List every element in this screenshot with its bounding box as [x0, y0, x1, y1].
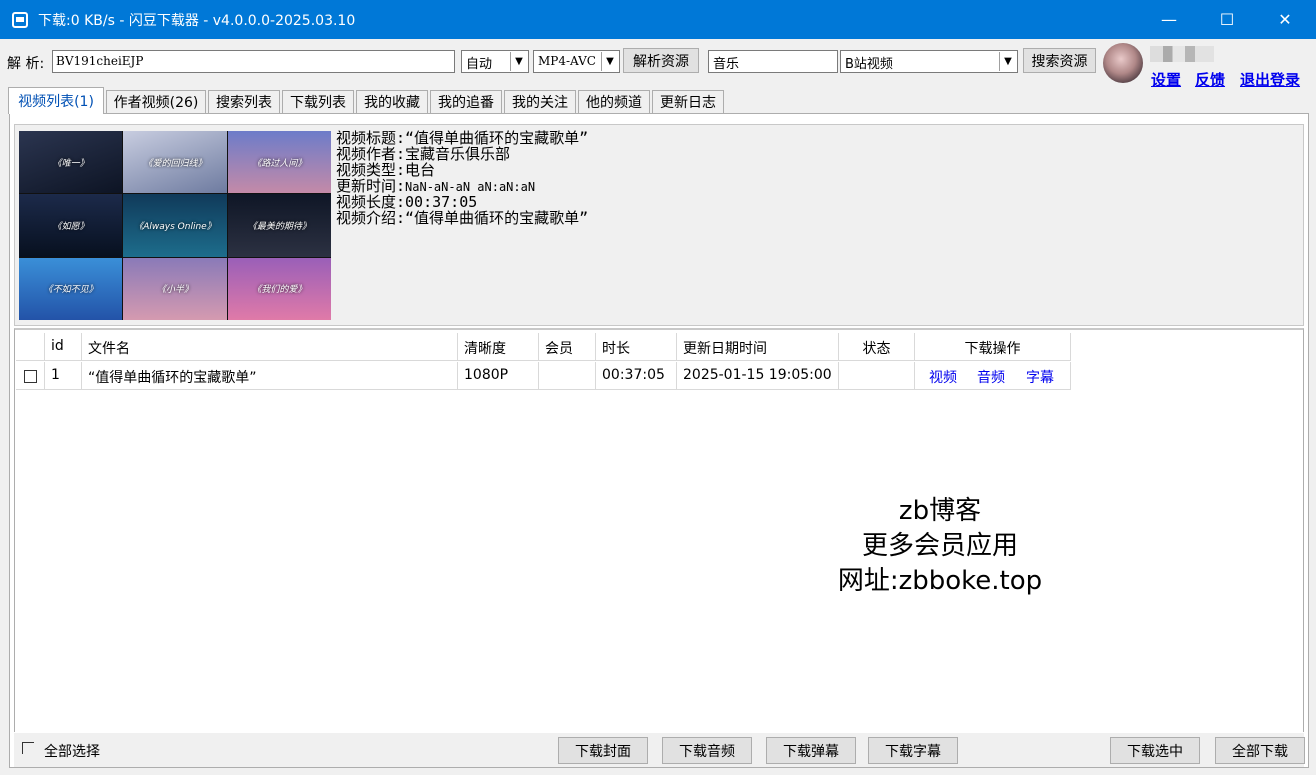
tab-his-channel[interactable]: 他的频道: [578, 90, 650, 113]
thumbnail-tile: 《Always Online》: [123, 194, 227, 257]
download-selected-button[interactable]: 下载选中: [1110, 737, 1200, 764]
download-audio-button[interactable]: 下载音频: [662, 737, 752, 764]
table-cell-filename: “值得单曲循环的宝藏歌单”: [82, 362, 458, 390]
tab-download-list[interactable]: 下载列表: [282, 90, 354, 113]
tab-my-favorites[interactable]: 我的收藏: [356, 90, 428, 113]
format-select[interactable]: MP4-AVC ▼: [533, 50, 620, 73]
video-title-line: 视频标题:“值得单曲循环的宝藏歌单”: [336, 129, 589, 147]
select-all-label[interactable]: 全部选择: [44, 741, 100, 761]
watermark-line-2: 更多会员应用: [861, 531, 1018, 561]
video-duration-line: 视频长度:00:37:05: [336, 193, 478, 211]
video-type-line: 视频类型:电台: [336, 161, 436, 179]
quality-select[interactable]: 自动 ▼: [461, 50, 529, 73]
video-author-line: 视频作者:宝藏音乐俱乐部: [336, 145, 511, 163]
thumbnail-tile: 《爱的回归线》: [123, 131, 227, 194]
thumbnail-tile: 《最美的期待》: [227, 194, 331, 257]
table-header-status: 状态: [839, 333, 915, 361]
download-all-button[interactable]: 全部下载: [1215, 737, 1305, 764]
app-icon: [12, 11, 28, 28]
table-cell-status: [839, 362, 915, 390]
table-cell-duration: 00:37:05: [596, 362, 677, 390]
table-header-vip: 会员: [539, 333, 596, 361]
watermark-line-1: zb博客: [898, 496, 982, 526]
thumbnail-tile: 《我们的爱》: [227, 257, 331, 320]
table-cell-quality: 1080P: [458, 362, 539, 390]
table-header-quality: 清晰度: [458, 333, 539, 361]
window-title: 下载:0 KB/s - 闪豆下载器 - v4.0.0.0-2025.03.10: [38, 12, 356, 29]
download-video-link[interactable]: 视频: [929, 367, 957, 387]
feedback-link[interactable]: 反馈: [1195, 69, 1225, 90]
video-thumbnail: 《唯一》 《爱的回归线》 《路过人间》 《如愿》 《Always Online》…: [19, 131, 331, 320]
avatar[interactable]: [1103, 43, 1143, 83]
thumbnail-tile: 《如愿》: [19, 194, 123, 257]
source-select[interactable]: B站视频 ▼: [840, 50, 1018, 73]
table-header-checkbox: [16, 333, 45, 361]
table-header-id: id: [45, 333, 82, 361]
logout-link[interactable]: 退出登录: [1240, 69, 1300, 90]
close-button[interactable]: ✕: [1256, 0, 1314, 39]
url-input[interactable]: BV191cheiEJP: [52, 50, 455, 73]
dropdown-arrow-icon[interactable]: ▼: [999, 52, 1016, 71]
download-subtitle-link[interactable]: 字幕: [1026, 367, 1054, 387]
table-header-ops: 下载操作: [915, 333, 1071, 361]
dropdown-arrow-icon[interactable]: ▼: [601, 52, 618, 71]
quality-select-value: 自动: [466, 57, 493, 72]
download-cover-button[interactable]: 下载封面: [558, 737, 648, 764]
tab-video-list[interactable]: 视频列表(1): [8, 87, 104, 114]
tab-search-list[interactable]: 搜索列表: [208, 90, 280, 113]
settings-link[interactable]: 设置: [1151, 69, 1181, 90]
table-cell-id: 1: [45, 362, 82, 390]
thumbnail-tile: 《小半》: [123, 257, 227, 320]
thumbnail-tile: 《唯一》: [19, 131, 123, 194]
maximize-button[interactable]: ☐: [1198, 0, 1256, 39]
tab-author-videos[interactable]: 作者视频(26): [106, 90, 206, 113]
format-select-value: MP4-AVC: [538, 54, 596, 68]
username-blurred: [1150, 46, 1214, 62]
thumbnail-tile: 《不如不见》: [19, 257, 123, 320]
table-cell-updated: 2025-01-15 19:05:00: [677, 362, 839, 390]
table-header-updated: 更新日期时间: [677, 333, 839, 361]
thumbnail-tile: 《路过人间》: [227, 131, 331, 194]
table-header-duration: 时长: [596, 333, 677, 361]
row-checkbox[interactable]: [24, 370, 37, 383]
source-select-value: B站视频: [845, 57, 893, 72]
tab-changelog[interactable]: 更新日志: [652, 90, 724, 113]
table-header-filename: 文件名: [82, 333, 458, 361]
download-audio-link[interactable]: 音频: [977, 367, 1005, 387]
parse-label: 解 析:: [7, 56, 45, 72]
title-bar: 下载:0 KB/s - 闪豆下载器 - v4.0.0.0-2025.03.10 …: [0, 0, 1316, 39]
search-input[interactable]: 音乐: [708, 50, 838, 73]
dropdown-arrow-icon[interactable]: ▼: [510, 52, 527, 71]
download-subtitle-button[interactable]: 下载字幕: [868, 737, 958, 764]
video-intro-line: 视频介绍:“值得单曲循环的宝藏歌单”: [336, 209, 589, 227]
download-danmaku-button[interactable]: 下载弹幕: [766, 737, 856, 764]
table-cell-vip: [539, 362, 596, 390]
video-updated-value: NaN-aN-aN aN:aN:aN: [405, 180, 536, 194]
minimize-button[interactable]: —: [1140, 0, 1198, 39]
select-all-checkbox[interactable]: [22, 742, 34, 754]
tab-my-following[interactable]: 我的关注: [504, 90, 576, 113]
parse-resource-button[interactable]: 解析资源: [623, 48, 699, 73]
watermark-line-3: 网址:zbboke.top: [837, 566, 1043, 596]
tab-my-bangumi[interactable]: 我的追番: [430, 90, 502, 113]
search-resource-button[interactable]: 搜索资源: [1023, 48, 1096, 73]
